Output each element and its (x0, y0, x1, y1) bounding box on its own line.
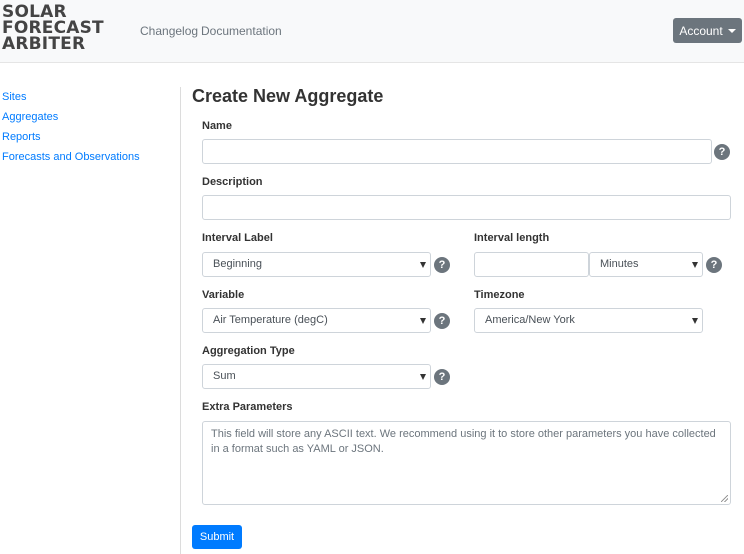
aggregation-type-select[interactable]: Sum (202, 364, 431, 389)
sidebar-nav: Sites Aggregates Reports Forecasts and O… (2, 90, 140, 170)
name-label: Name (202, 120, 232, 132)
description-input[interactable] (202, 195, 731, 220)
nav-link-changelog[interactable]: Changelog (140, 24, 198, 38)
timezone-value: America/New York (485, 314, 575, 326)
resize-handle-icon[interactable] (721, 495, 728, 502)
account-button-label: Account (679, 23, 723, 38)
timezone-select[interactable]: America/New York (474, 308, 703, 333)
dropdown-arrow-icon (692, 262, 698, 268)
interval-length-unit-value: Minutes (600, 258, 639, 270)
extra-parameters-label: Extra Parameters (202, 401, 293, 413)
dropdown-arrow-icon (420, 262, 426, 268)
aggregation-type-value: Sum (213, 370, 236, 382)
brand-line-3: ARBITER (2, 34, 86, 54)
sidebar-item-forecasts-observations[interactable]: Forecasts and Observations (2, 150, 140, 170)
aggregation-type-help-icon[interactable]: ? (434, 369, 450, 385)
sidebar-item-reports[interactable]: Reports (2, 130, 140, 150)
sidebar-divider (180, 87, 181, 554)
brand-logo[interactable]: SOLAR FORECAST ARBITER (2, 4, 104, 54)
variable-label: Variable (202, 289, 245, 301)
extra-parameters-placeholder: This field will store any ASCII text. We… (211, 428, 716, 455)
timezone-label: Timezone (474, 289, 525, 301)
variable-value: Air Temperature (degC) (213, 314, 328, 326)
extra-parameters-textarea[interactable]: This field will store any ASCII text. We… (202, 421, 731, 505)
description-label: Description (202, 176, 263, 188)
interval-label-select[interactable]: Beginning (202, 252, 431, 277)
nav-link-documentation[interactable]: Documentation (201, 24, 282, 38)
interval-label-help-icon[interactable]: ? (434, 257, 450, 273)
interval-length-unit-select[interactable]: Minutes (589, 252, 703, 277)
interval-label-label: Interval Label (202, 232, 273, 244)
interval-length-input[interactable] (474, 252, 589, 277)
interval-label-value: Beginning (213, 258, 262, 270)
interval-length-help-icon[interactable]: ? (706, 257, 722, 273)
variable-help-icon[interactable]: ? (434, 313, 450, 329)
caret-down-icon (727, 28, 736, 33)
name-input[interactable] (202, 139, 712, 164)
dropdown-arrow-icon (420, 318, 426, 324)
sidebar-item-sites[interactable]: Sites (2, 90, 140, 110)
navbar: SOLAR FORECAST ARBITER Changelog Documen… (0, 0, 744, 63)
name-help-icon[interactable]: ? (714, 144, 730, 160)
sidebar-item-aggregates[interactable]: Aggregates (2, 110, 140, 130)
page-title: Create New Aggregate (192, 86, 384, 106)
aggregation-type-label: Aggregation Type (202, 345, 295, 357)
account-dropdown-button[interactable]: Account (673, 18, 742, 43)
variable-select[interactable]: Air Temperature (degC) (202, 308, 431, 333)
submit-button[interactable]: Submit (192, 525, 242, 549)
dropdown-arrow-icon (420, 374, 426, 380)
interval-length-label: Interval length (474, 232, 550, 244)
dropdown-arrow-icon (692, 318, 698, 324)
